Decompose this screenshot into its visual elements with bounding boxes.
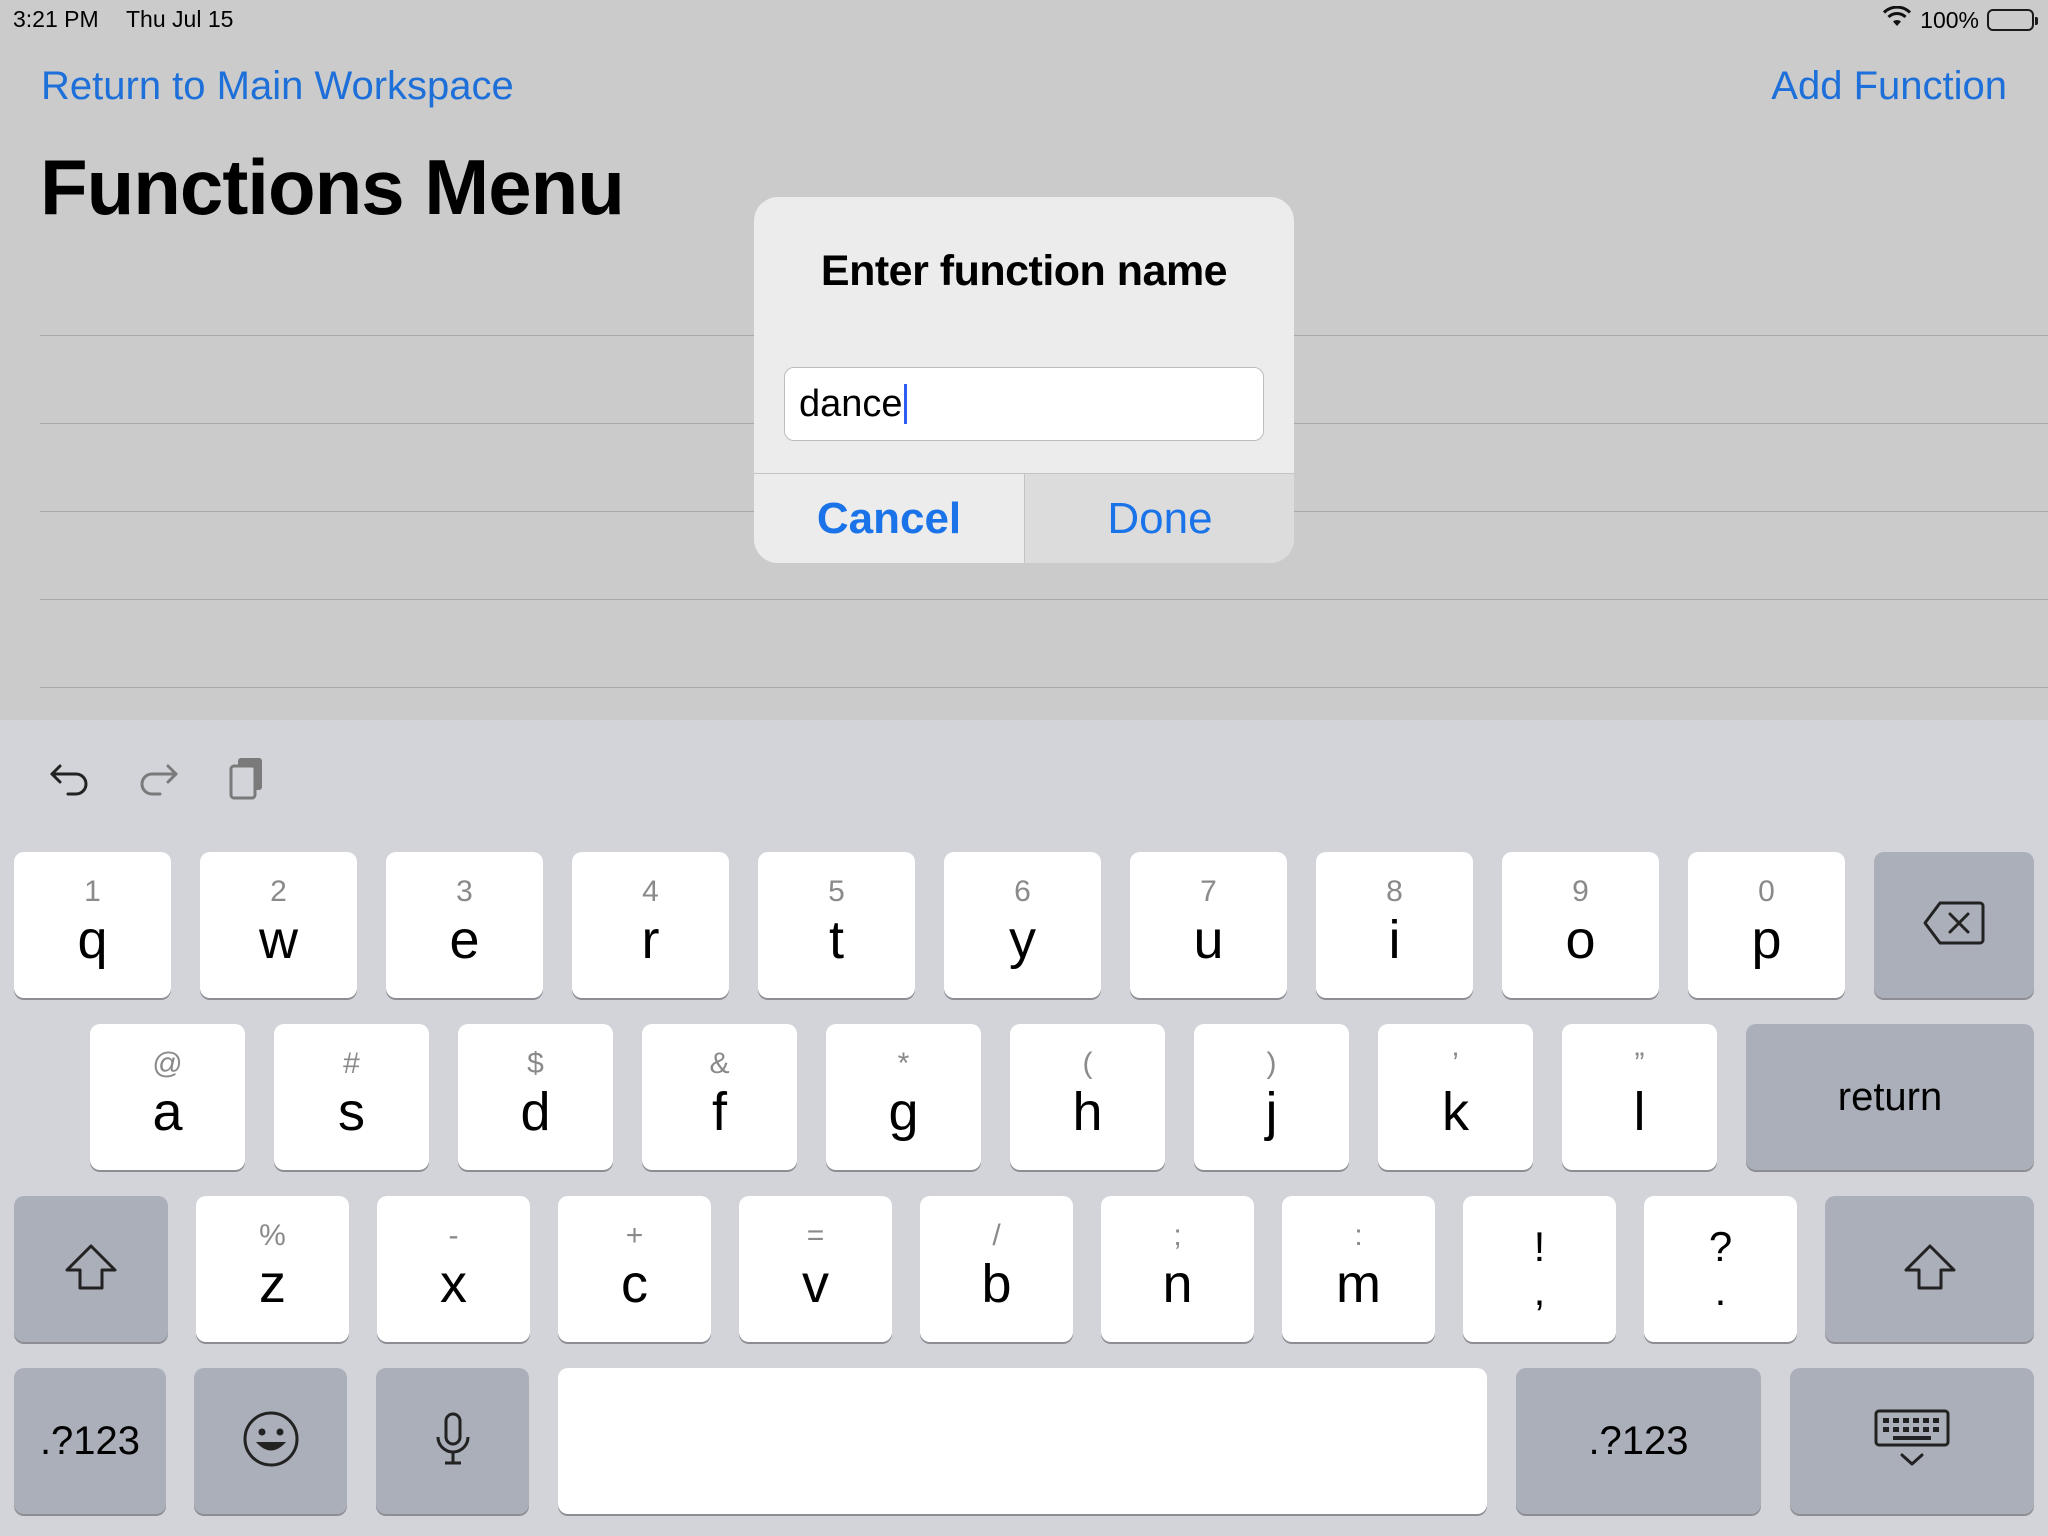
key-exclaim-comma[interactable]: !,: [1463, 1196, 1616, 1342]
onscreen-keyboard: 1q 2w 3e 4r 5t 6y 7u 8i 9o 0p @ a # s $ d &…: [0, 720, 2048, 1536]
delete-icon: [1922, 900, 1986, 951]
done-button[interactable]: Done: [1025, 474, 1294, 563]
add-function-button[interactable]: Add Function: [1771, 64, 2007, 109]
key-v[interactable]: = v: [739, 1196, 892, 1342]
key-n[interactable]: ; n: [1101, 1196, 1254, 1342]
key-b[interactable]: / b: [920, 1196, 1073, 1342]
return-to-workspace-link[interactable]: Return to Main Workspace: [41, 64, 514, 109]
key-e[interactable]: 3e: [386, 852, 543, 998]
key-a[interactable]: @ a: [90, 1024, 245, 1170]
key-q[interactable]: 1q: [14, 852, 171, 998]
status-indicators: 100%: [1882, 5, 2038, 34]
microphone-icon: [433, 1411, 473, 1472]
emoji-icon: [241, 1409, 301, 1474]
key-p[interactable]: 0p: [1688, 852, 1845, 998]
numbers-key-right[interactable]: .?123: [1516, 1368, 1761, 1514]
key-c[interactable]: + c: [558, 1196, 711, 1342]
redo-icon[interactable]: [128, 748, 188, 808]
wifi-icon: [1882, 5, 1912, 34]
key-i[interactable]: 8i: [1316, 852, 1473, 998]
key-z[interactable]: % z: [196, 1196, 349, 1342]
shift-key-left[interactable]: [14, 1196, 168, 1342]
numbers-key-left[interactable]: .?123: [14, 1368, 166, 1514]
key-l[interactable]: ” l: [1562, 1024, 1717, 1170]
key-x[interactable]: -x: [377, 1196, 530, 1342]
key-g[interactable]: * g: [826, 1024, 981, 1170]
input-value: dance: [799, 382, 903, 425]
keyboard-dismiss-icon: [1872, 1407, 1952, 1476]
shift-key-right[interactable]: [1825, 1196, 2034, 1342]
key-j[interactable]: ) j: [1194, 1024, 1349, 1170]
space-bar[interactable]: [558, 1368, 1487, 1514]
key-y[interactable]: 6y: [944, 852, 1101, 998]
key-u[interactable]: 7u: [1130, 852, 1287, 998]
list-divider: [40, 687, 2048, 688]
key-f[interactable]: & f: [642, 1024, 797, 1170]
emoji-key[interactable]: [194, 1368, 347, 1514]
dialog-title: Enter function name: [820, 247, 1228, 295]
key-question-period[interactable]: ?.: [1644, 1196, 1797, 1342]
list-divider: [40, 599, 2048, 600]
status-bar: 3:21 PM Thu Jul 15 100%: [0, 0, 2048, 40]
text-cursor: [903, 384, 907, 424]
shift-icon: [1902, 1242, 1958, 1297]
key-w[interactable]: 2w: [200, 852, 357, 998]
function-name-input[interactable]: dance: [784, 367, 1264, 441]
key-m[interactable]: :m: [1282, 1196, 1435, 1342]
key-h[interactable]: (h: [1010, 1024, 1165, 1170]
key-o[interactable]: 9o: [1502, 852, 1659, 998]
undo-icon[interactable]: [40, 748, 100, 808]
battery-percent: 100%: [1920, 6, 1979, 33]
key-t[interactable]: 5t: [758, 852, 915, 998]
status-time: 3:21 PM: [13, 6, 99, 32]
shift-icon: [63, 1242, 119, 1297]
key-r[interactable]: 4r: [572, 852, 729, 998]
paste-icon[interactable]: [218, 748, 278, 808]
battery-icon: [1987, 9, 2038, 31]
return-key[interactable]: return: [1746, 1024, 2034, 1170]
key-s[interactable]: # s: [274, 1024, 429, 1170]
backspace-key[interactable]: [1874, 852, 2034, 998]
dismiss-keyboard-key[interactable]: [1790, 1368, 2034, 1514]
dictation-key[interactable]: [376, 1368, 529, 1514]
status-date: Thu Jul 15: [126, 6, 234, 32]
cancel-button[interactable]: Cancel: [754, 474, 1024, 563]
key-d[interactable]: $ d: [458, 1024, 613, 1170]
function-name-dialog: Enter function name dance Cancel Done: [754, 197, 1294, 563]
key-k[interactable]: ’ k: [1378, 1024, 1533, 1170]
page-title: Functions Menu: [40, 143, 625, 231]
